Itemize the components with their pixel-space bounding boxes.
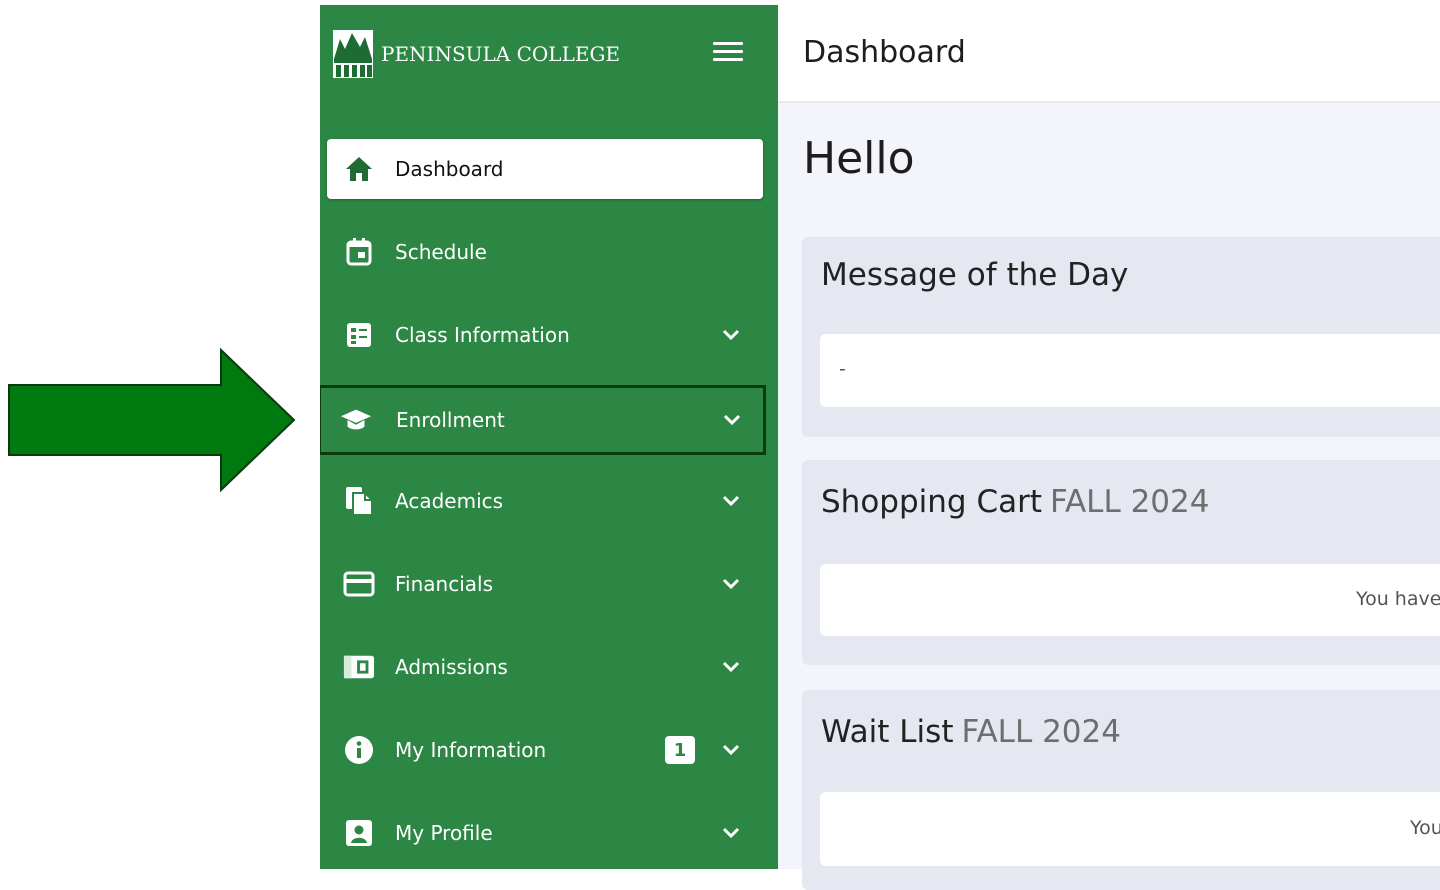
card-title: Shopping Cart FALL 2024 xyxy=(821,484,1209,520)
wait-list-content: You xyxy=(820,792,1440,866)
wait-list-card: Wait List FALL 2024 You xyxy=(802,690,1440,890)
chevron-down-icon[interactable] xyxy=(720,573,742,595)
calendar-icon xyxy=(343,236,375,268)
chevron-down-icon[interactable] xyxy=(721,409,743,431)
sidebar-item-label: Academics xyxy=(395,489,504,513)
message-of-day-card: Message of the Day - xyxy=(802,237,1440,437)
sidebar: PENINSULA COLLEGE Dashboard Schedule Cla… xyxy=(320,5,778,869)
shopping-cart-content: You have xyxy=(820,564,1440,636)
graduation-cap-icon xyxy=(340,404,372,436)
term-label: FALL 2024 xyxy=(961,714,1121,750)
chevron-down-icon[interactable] xyxy=(720,324,742,346)
sidebar-item-schedule[interactable]: Schedule xyxy=(327,222,763,282)
sidebar-item-enrollment[interactable]: Enrollment xyxy=(320,385,766,455)
card-title-text: Shopping Cart xyxy=(821,484,1042,520)
profile-icon xyxy=(343,817,375,849)
sidebar-item-label: My Profile xyxy=(395,821,493,845)
sidebar-item-admissions[interactable]: Admissions xyxy=(327,637,763,697)
wait-list-text: You xyxy=(1410,817,1440,839)
card-title: Message of the Day xyxy=(821,257,1129,293)
id-card-icon xyxy=(343,651,375,683)
sidebar-item-my-profile[interactable]: My Profile xyxy=(327,803,763,863)
brand-name: PENINSULA COLLEGE xyxy=(381,42,621,66)
main-content: Hello Message of the Day - Shopping Cart… xyxy=(778,103,1440,890)
sidebar-item-label: Dashboard xyxy=(395,157,504,181)
greeting: Hello xyxy=(803,133,915,184)
sidebar-item-my-information[interactable]: My Information 1 xyxy=(327,720,763,780)
documents-icon xyxy=(343,485,375,517)
chevron-down-icon[interactable] xyxy=(720,656,742,678)
top-bar: Dashboard xyxy=(778,5,1440,103)
sidebar-item-label: Schedule xyxy=(395,240,487,264)
home-icon xyxy=(343,153,375,185)
card-title-text: Wait List xyxy=(821,714,954,750)
annotation-arrow xyxy=(8,347,296,493)
chevron-down-icon[interactable] xyxy=(720,822,742,844)
sidebar-item-dashboard[interactable]: Dashboard xyxy=(327,139,763,199)
chevron-down-icon[interactable] xyxy=(720,490,742,512)
sidebar-item-academics[interactable]: Academics xyxy=(327,471,763,531)
sidebar-item-label: Class Information xyxy=(395,323,570,347)
sidebar-item-class-information[interactable]: Class Information xyxy=(327,305,763,365)
term-label: FALL 2024 xyxy=(1049,484,1210,520)
sidebar-item-label: Enrollment xyxy=(396,408,505,432)
info-icon xyxy=(343,734,375,766)
hamburger-menu-icon[interactable] xyxy=(710,39,744,65)
credit-card-icon xyxy=(343,568,375,600)
sidebar-item-label: Admissions xyxy=(395,655,508,679)
brand-header: PENINSULA COLLEGE xyxy=(320,5,778,103)
shopping-cart-card: Shopping Cart FALL 2024 You have xyxy=(802,460,1440,665)
sidebar-item-label: My Information xyxy=(395,738,547,762)
message-content: - xyxy=(820,334,1440,407)
class-list-icon xyxy=(343,319,375,351)
chevron-down-icon[interactable] xyxy=(720,739,742,761)
shopping-cart-text: You have xyxy=(1356,588,1440,610)
page-title: Dashboard xyxy=(803,35,966,70)
sidebar-item-label: Financials xyxy=(395,572,493,596)
message-text: - xyxy=(839,358,846,380)
card-title: Wait List FALL 2024 xyxy=(821,714,1121,750)
sidebar-item-financials[interactable]: Financials xyxy=(327,554,763,614)
notification-badge: 1 xyxy=(665,736,695,764)
college-logo xyxy=(333,30,373,78)
